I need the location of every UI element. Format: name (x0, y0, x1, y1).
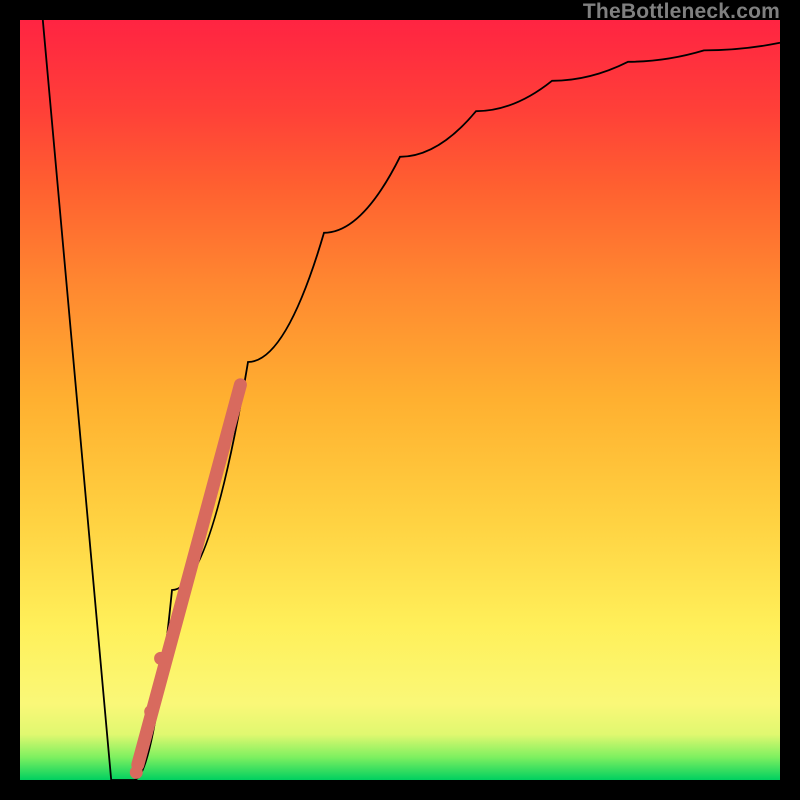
chart-svg (20, 20, 780, 780)
marker-dot (130, 766, 143, 779)
bottleneck-curve (43, 20, 780, 780)
marker-dot (144, 705, 157, 718)
line-series (43, 20, 780, 780)
marker-dot (154, 652, 167, 665)
marker-group (130, 385, 241, 779)
chart-container: TheBottleneck.com (0, 0, 800, 800)
